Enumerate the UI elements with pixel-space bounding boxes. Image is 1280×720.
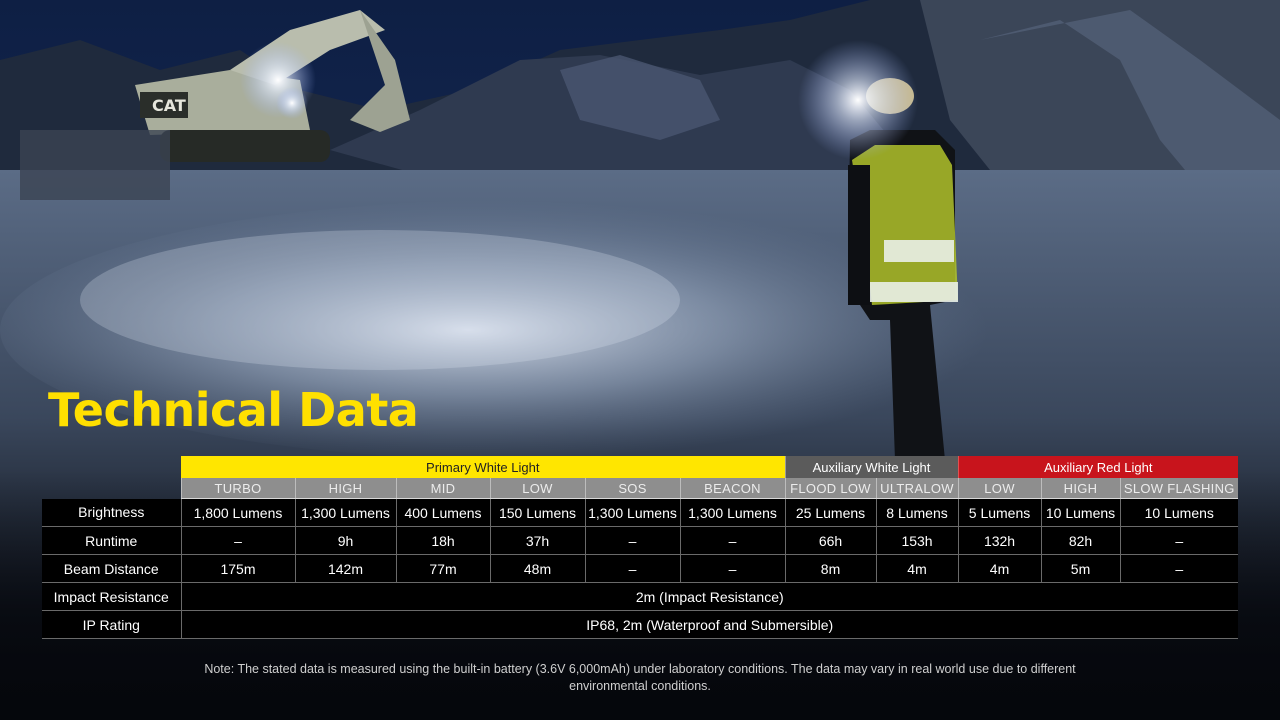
mode-red-high: HIGH — [1040, 478, 1121, 499]
table-cell: 10 Lumens — [1040, 498, 1121, 527]
table-cell: 175m — [180, 554, 295, 583]
mode-corner-cell — [42, 478, 181, 499]
table-cell: 153h — [875, 526, 959, 555]
table-cell: – — [584, 554, 680, 583]
table-row-impact-resistance: Impact Resistance 2m (Impact Resistance) — [42, 582, 1239, 611]
table-cell: 5 Lumens — [957, 498, 1042, 527]
table-cell: 400 Lumens — [395, 498, 490, 527]
table-cell: 4m — [957, 554, 1042, 583]
table-cell-merged: IP68, 2m (Waterproof and Submersible) — [180, 610, 1239, 639]
table-cell: 150 Lumens — [489, 498, 585, 527]
table-cell: 1,300 Lumens — [584, 498, 680, 527]
table-cell: 82h — [1040, 526, 1121, 555]
table-cell: – — [679, 526, 786, 555]
table-cell: 66h — [784, 526, 877, 555]
table-row-beam-distance: Beam Distance 175m 142m 77m 48m – – 8m 4… — [42, 554, 1239, 583]
table-cell: – — [180, 526, 295, 555]
table-cell: 9h — [294, 526, 396, 555]
table-cell: 1,300 Lumens — [679, 498, 786, 527]
table-cell: 77m — [395, 554, 490, 583]
table-row-ip-rating: IP Rating IP68, 2m (Waterproof and Subme… — [42, 610, 1239, 639]
table-cell: 25 Lumens — [784, 498, 877, 527]
mode-ultralow: ULTRALOW — [875, 478, 959, 499]
row-label: Brightness — [42, 498, 181, 527]
table-cell: 1,800 Lumens — [180, 498, 295, 527]
mode-low: LOW — [489, 478, 585, 499]
disclaimer-note: Note: The stated data is measured using … — [204, 662, 1076, 693]
table-cell: – — [679, 554, 786, 583]
table-cell: – — [1119, 526, 1239, 555]
table-cell: 8m — [784, 554, 877, 583]
group-primary-white-light: Primary White Light — [181, 456, 786, 478]
excavator-brand: CAT — [152, 96, 186, 115]
table-row-brightness: Brightness 1,800 Lumens 1,300 Lumens 400… — [42, 498, 1239, 527]
row-label: Impact Resistance — [42, 582, 181, 611]
table-cell: 8 Lumens — [875, 498, 959, 527]
group-auxiliary-white-light: Auxiliary White Light — [784, 456, 959, 478]
row-label: IP Rating — [42, 610, 181, 639]
table-cell: 132h — [957, 526, 1042, 555]
row-label: Runtime — [42, 526, 181, 555]
table-cell: 1,300 Lumens — [294, 498, 396, 527]
table-cell: – — [584, 526, 680, 555]
mode-turbo: TURBO — [180, 478, 295, 499]
page-title: Technical Data — [48, 383, 419, 437]
table-cell: 4m — [875, 554, 959, 583]
table-cell: 5m — [1040, 554, 1121, 583]
mode-slow-flashing: SLOW FLASHING — [1119, 478, 1239, 499]
group-corner-cell — [42, 456, 181, 478]
table-cell: 142m — [294, 554, 396, 583]
table-cell: 10 Lumens — [1119, 498, 1239, 527]
mode-beacon: BEACON — [679, 478, 786, 499]
table-cell: 18h — [395, 526, 490, 555]
light-group-header-row: Primary White Light Auxiliary White Ligh… — [42, 456, 1239, 478]
technical-data-table: Primary White Light Auxiliary White Ligh… — [42, 456, 1239, 639]
mode-high: HIGH — [294, 478, 396, 499]
mode-red-low: LOW — [957, 478, 1042, 499]
mode-header-row: TURBO HIGH MID LOW SOS BEACON FLOOD LOW … — [42, 478, 1239, 499]
group-auxiliary-red-light: Auxiliary Red Light — [957, 456, 1239, 478]
mode-flood-low: FLOOD LOW — [784, 478, 877, 499]
table-cell: – — [1119, 554, 1239, 583]
table-cell-merged: 2m (Impact Resistance) — [180, 582, 1239, 611]
table-cell: 37h — [489, 526, 585, 555]
row-label: Beam Distance — [42, 554, 181, 583]
mode-mid: MID — [395, 478, 490, 499]
table-cell: 48m — [489, 554, 585, 583]
table-row-runtime: Runtime – 9h 18h 37h – – 66h 153h 132h 8… — [42, 526, 1239, 555]
mode-sos: SOS — [584, 478, 680, 499]
